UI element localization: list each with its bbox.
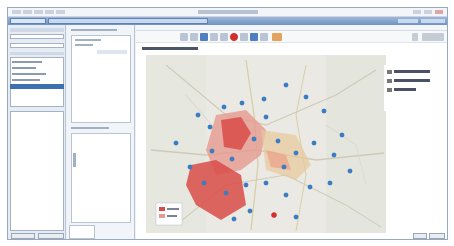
menu-item[interactable]	[56, 10, 65, 14]
tab-strip	[8, 17, 447, 25]
results-marker	[73, 153, 76, 167]
list-header	[10, 52, 64, 55]
panel-heading	[71, 127, 109, 129]
map-content-area	[136, 25, 447, 239]
settings-icon[interactable]	[412, 33, 418, 41]
legend-label	[394, 79, 430, 82]
menu-bar	[8, 8, 447, 17]
tab-home[interactable]	[10, 18, 46, 24]
close-icon[interactable]	[435, 10, 443, 14]
window-title	[198, 10, 258, 14]
panel-heading	[71, 29, 117, 31]
bottom-button[interactable]	[38, 233, 64, 239]
city-map[interactable]	[146, 55, 386, 233]
zoom-in-icon[interactable]	[190, 33, 198, 41]
layer-icon	[387, 69, 392, 74]
select-icon[interactable]	[240, 33, 248, 41]
record-icon[interactable]	[230, 33, 238, 41]
maximize-icon[interactable]	[424, 10, 432, 14]
mini-preview	[69, 225, 95, 239]
tab-map[interactable]	[48, 18, 208, 24]
layers-icon[interactable]	[210, 33, 218, 41]
item-list	[10, 57, 64, 107]
legend-item[interactable]	[387, 87, 447, 92]
list-item[interactable]	[12, 67, 36, 69]
layer-icon	[387, 78, 392, 83]
list-item[interactable]	[12, 73, 46, 75]
tab-strip-control[interactable]	[398, 19, 418, 23]
bottom-button[interactable]	[11, 233, 35, 239]
view-options-dropdown[interactable]	[422, 33, 444, 41]
option-label	[75, 39, 101, 41]
pan-icon[interactable]	[180, 33, 188, 41]
measure-icon[interactable]	[220, 33, 228, 41]
option-label	[75, 44, 93, 46]
application-window	[7, 7, 448, 240]
list-item[interactable]	[12, 79, 40, 81]
left-navigation-panel	[8, 25, 66, 239]
results-box	[71, 133, 131, 223]
menu-item[interactable]	[12, 10, 21, 14]
legend-item[interactable]	[387, 69, 447, 74]
menu-item[interactable]	[45, 10, 54, 14]
export-icon[interactable]	[260, 33, 268, 41]
map-toolbar	[136, 31, 447, 43]
selected-marker	[271, 212, 277, 218]
menu-item[interactable]	[23, 10, 32, 14]
layer-legend	[384, 65, 447, 111]
list-item[interactable]	[12, 61, 42, 63]
legend-label	[394, 88, 416, 91]
settings-panel	[67, 25, 135, 239]
table-icon[interactable]	[250, 33, 258, 41]
bottom-button[interactable]	[413, 233, 427, 239]
print-icon[interactable]	[272, 33, 282, 41]
layer-icon	[387, 87, 392, 92]
filter-field[interactable]	[10, 34, 64, 39]
map-title	[142, 47, 198, 50]
search-field[interactable]	[10, 43, 64, 48]
left-panel-header	[10, 28, 64, 32]
list-item-selected[interactable]	[10, 84, 64, 89]
globe-icon[interactable]	[200, 33, 208, 41]
minimize-icon[interactable]	[413, 10, 421, 14]
left-panel-body	[10, 111, 64, 231]
tab-strip-control[interactable]	[421, 19, 445, 23]
options-box	[71, 35, 131, 123]
menu-item[interactable]	[34, 10, 43, 14]
legend-item[interactable]	[387, 78, 447, 83]
legend-label	[394, 70, 430, 73]
bottom-button[interactable]	[429, 233, 445, 239]
option-input[interactable]	[97, 50, 127, 54]
